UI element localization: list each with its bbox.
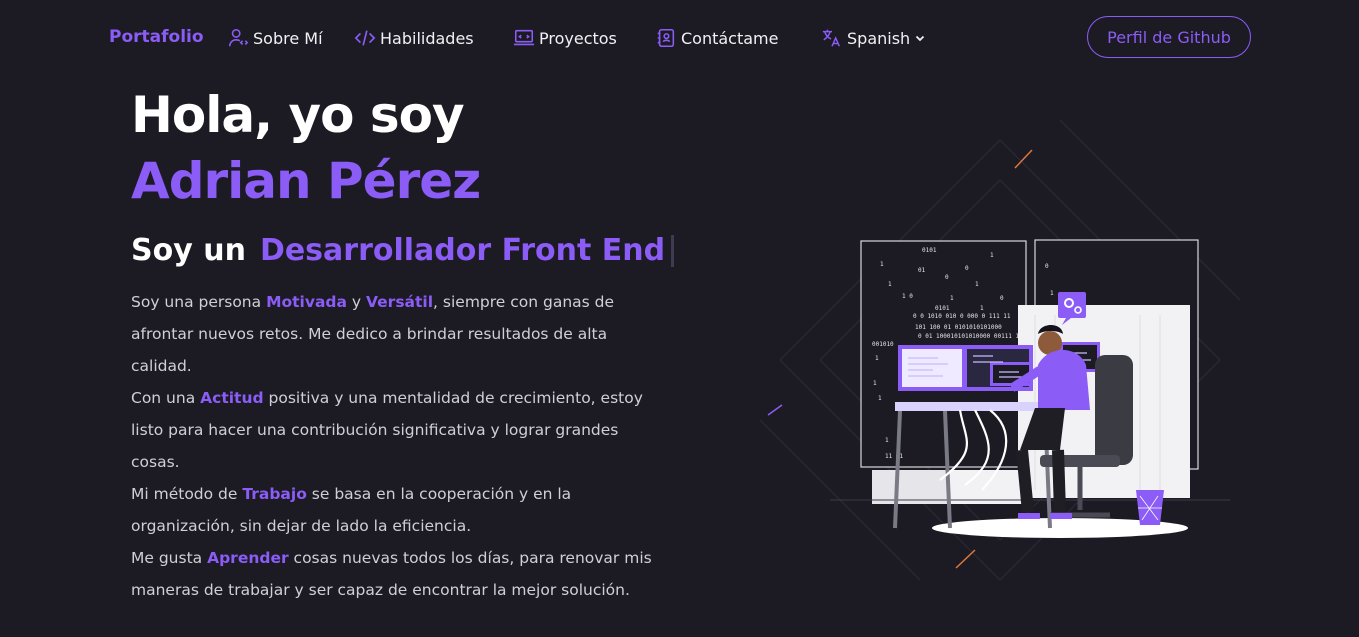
nav-item-label: Habilidades xyxy=(380,28,474,48)
role-prefix: Soy un xyxy=(131,233,246,268)
svg-text:0: 0 xyxy=(965,265,969,272)
svg-text:0101: 0101 xyxy=(922,247,937,254)
highlight-word: Trabajo xyxy=(242,485,307,503)
bio-paragraph: Soy una persona Motivada y Versátil, sie… xyxy=(131,293,615,375)
svg-text:001010: 001010 xyxy=(872,341,894,348)
bio-paragraph: Mi método de Trabajo se basa en la coope… xyxy=(131,485,572,535)
svg-text:1: 1 xyxy=(1050,290,1054,297)
nav-item-skills[interactable]: Habilidades xyxy=(354,26,474,50)
nav-item-label: Sobre Mí xyxy=(253,28,323,48)
bio-paragraph: Me gusta Aprender cosas nuevas todos los… xyxy=(131,549,652,599)
contact-book-icon xyxy=(657,28,675,48)
highlight-word: Motivada xyxy=(266,293,347,311)
svg-text:1: 1 xyxy=(885,437,889,444)
svg-text:0: 0 xyxy=(945,274,949,281)
svg-text:1: 1 xyxy=(980,305,984,312)
highlight-word: Aprender xyxy=(207,549,289,567)
chevron-down-icon xyxy=(916,35,925,42)
svg-text:0 0 1010 010 0 000 0 111 11: 0 0 1010 010 0 000 0 111 11 xyxy=(913,313,1011,320)
typing-cursor xyxy=(671,234,675,267)
svg-text:1: 1 xyxy=(990,252,994,259)
svg-text:1: 1 xyxy=(975,281,979,288)
svg-text:0101: 0101 xyxy=(935,305,950,312)
svg-text:1: 1 xyxy=(878,395,882,402)
brand-logo[interactable]: Portafolio xyxy=(109,27,204,47)
nav-item-projects[interactable]: Proyectos xyxy=(513,26,617,50)
bio-paragraph: Con una Actitud positiva y una mentalida… xyxy=(131,389,643,471)
laptop-icon xyxy=(513,29,535,46)
svg-text:1: 1 xyxy=(888,281,892,288)
svg-text:1: 1 xyxy=(875,355,879,362)
svg-text:0: 0 xyxy=(1000,295,1004,302)
hero-name: Adrian Pérez xyxy=(131,152,481,210)
language-selector[interactable]: Spanish xyxy=(821,26,926,50)
svg-text:0: 0 xyxy=(1045,263,1049,270)
code-icon xyxy=(354,30,376,46)
hero-role: Soy un Desarrollador Front End xyxy=(131,233,675,268)
translate-icon xyxy=(822,29,841,47)
svg-text:101 100 01 0101010101000: 101 100 01 0101010101000 xyxy=(915,324,1002,331)
svg-text:01: 01 xyxy=(918,267,926,274)
svg-text:1: 1 xyxy=(873,380,877,387)
developer-illustration: 01011 101 0 011 1 010 0101 1 0 0 1010 010 … xyxy=(760,120,1240,581)
top-navbar: Portafolio Sobre Mí Habilidades Proyecto… xyxy=(0,0,1359,76)
svg-text:1 0: 1 0 xyxy=(902,293,913,300)
github-profile-button[interactable]: Perfil de Github xyxy=(1087,16,1251,58)
svg-text:1: 1 xyxy=(880,261,884,268)
nav-item-about[interactable]: Sobre Mí xyxy=(227,26,323,50)
svg-text:11 01: 11 01 xyxy=(885,453,903,460)
svg-text:0 01 100010101010000 00111 101: 0 01 100010101010000 00111 1010 xyxy=(918,333,1030,340)
language-label: Spanish xyxy=(847,28,911,48)
user-icon xyxy=(228,28,249,47)
nav-item-contact[interactable]: Contáctame xyxy=(655,26,778,50)
highlight-word: Versátil xyxy=(366,293,434,311)
highlight-word: Actitud xyxy=(200,389,264,407)
bio-text: Soy una persona Motivada y Versátil, sie… xyxy=(131,286,671,606)
svg-text:1: 1 xyxy=(950,295,954,302)
hero-greeting: Hola, yo soy xyxy=(131,86,465,144)
nav-item-label: Contáctame xyxy=(681,28,779,48)
nav-item-label: Proyectos xyxy=(539,28,617,48)
role-typed-text: Desarrollador Front End xyxy=(259,233,666,268)
